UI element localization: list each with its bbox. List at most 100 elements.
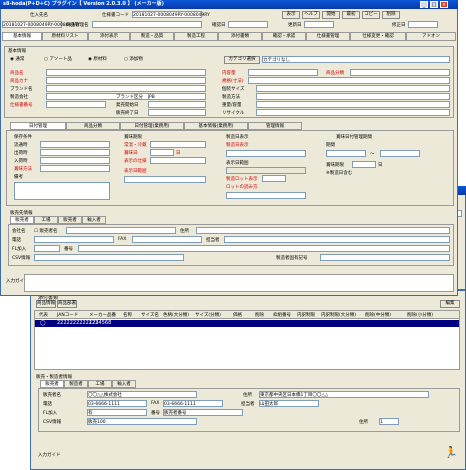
vendor-tab-2[interactable]: 販売者 — [58, 216, 82, 224]
cond4-field[interactable] — [150, 157, 206, 164]
minimize-button[interactable]: _ — [420, 1, 428, 8]
vendor-tel-field[interactable] — [34, 236, 114, 243]
back-person-field[interactable]: 山田太郎 — [259, 400, 319, 407]
mfr-field[interactable] — [256, 93, 450, 100]
open-field[interactable] — [40, 141, 110, 148]
tab-4[interactable]: 製造工程 — [174, 32, 218, 41]
radio-other-label: 添加物 — [129, 57, 143, 62]
update-field[interactable] — [304, 21, 334, 28]
back-vendor-tab-2[interactable]: 工場 — [88, 380, 112, 388]
vendor-person-field[interactable] — [224, 236, 450, 243]
date-row3-field[interactable] — [262, 175, 286, 182]
ship-field[interactable] — [40, 165, 110, 172]
vendor-code-field[interactable] — [78, 245, 450, 252]
sale-start-field[interactable] — [148, 101, 206, 108]
name-field[interactable] — [46, 69, 206, 76]
cond5-field[interactable] — [124, 176, 206, 183]
sale-end-field[interactable] — [148, 109, 206, 116]
radio-normal[interactable]: ◉ 通常 — [10, 56, 24, 62]
memo-field[interactable] — [14, 182, 110, 200]
back-vendor-tab-1[interactable]: 製造者 — [64, 380, 88, 388]
back-vendor-tab-0[interactable]: 販売者 — [40, 380, 64, 388]
kana-field[interactable] — [46, 77, 206, 84]
radio-outer[interactable]: ○ アソート品 — [44, 56, 72, 62]
run-icon[interactable]: 🏃 — [444, 446, 458, 460]
vendor-company-field[interactable] — [66, 227, 176, 234]
brand-class-field[interactable]: PB — [148, 93, 206, 100]
vendor-tab-1[interactable]: 工場 — [34, 216, 58, 224]
tab-6[interactable]: 確認・承認 — [262, 32, 306, 41]
pack-field[interactable] — [256, 85, 450, 92]
date-field[interactable] — [228, 21, 268, 28]
back-list-sub-tab-2[interactable]: 商品部署 — [57, 300, 77, 308]
top-btn-3[interactable]: 最初 — [342, 11, 360, 19]
brand-field[interactable] — [46, 85, 206, 92]
back-add-field[interactable]: 有 — [87, 409, 147, 416]
stock-field[interactable] — [40, 149, 110, 156]
category-button[interactable]: カテゴリ選択 — [224, 56, 260, 64]
unit-field[interactable] — [248, 77, 450, 84]
tab-7[interactable]: 仕様書管理 — [306, 32, 350, 41]
back-csv-field[interactable]: 販売100 — [87, 418, 197, 425]
cond1-field[interactable] — [150, 141, 206, 148]
vendor-tab-3[interactable]: 輸入者 — [82, 216, 106, 224]
exp-field-2[interactable] — [380, 150, 420, 157]
tab-9[interactable]: アドオン — [406, 32, 456, 41]
back-list-sub-tab[interactable]: 商品情報 — [36, 300, 56, 308]
sub-tab-3[interactable]: 基本情報(業務用) — [184, 122, 248, 130]
tab-2[interactable]: 添付表示 — [88, 32, 130, 41]
back-code-field[interactable]: 販売者番号 — [163, 409, 243, 416]
cond2-field[interactable] — [150, 149, 174, 156]
date-row2-field[interactable] — [226, 167, 306, 174]
radio-other[interactable]: ○ 添加物 — [124, 56, 143, 62]
top-btn-4[interactable]: コピー — [362, 11, 380, 19]
sub-tab-4[interactable]: 管理情報 — [248, 122, 302, 130]
reg-field[interactable] — [46, 101, 106, 108]
back-vendor-tab-3[interactable]: 輸入者 — [112, 380, 136, 388]
tab-1[interactable]: 原材料リスト — [42, 32, 88, 41]
vendor-checkbox[interactable]: ☐ 販売者名 — [34, 228, 57, 234]
vendor-address-field[interactable] — [196, 227, 450, 234]
vendor-fax-field[interactable] — [132, 236, 202, 243]
in-field[interactable] — [40, 157, 110, 164]
back-fax-field[interactable]: 03-6666-1111 — [163, 400, 223, 407]
date-row4-field[interactable] — [226, 192, 306, 199]
maximize-button[interactable]: □ — [430, 1, 438, 8]
tab-5[interactable]: 添付書類 — [218, 32, 262, 41]
top-btn-1[interactable]: ヘルプ — [302, 11, 320, 19]
back-reg-field[interactable]: 1 — [379, 418, 399, 425]
vendor-url-field[interactable] — [34, 254, 184, 261]
catalog-label: 商品管理名 — [66, 23, 89, 28]
top-btn-5[interactable]: 削除 — [382, 11, 400, 19]
exp-day-field[interactable] — [352, 161, 376, 168]
close-button[interactable]: × — [440, 1, 448, 8]
back-edit-button[interactable]: 編集 — [440, 300, 460, 308]
vendor-add-field[interactable] — [34, 245, 60, 252]
back-name-field[interactable]: 〇〇△△株式会社 — [87, 391, 197, 398]
content-field[interactable] — [248, 69, 318, 76]
vendor-tab-0[interactable]: 販売者 — [10, 216, 34, 224]
exp-field-1[interactable] — [326, 150, 366, 157]
sub-tab-2[interactable]: 日付管理(業務用) — [120, 122, 184, 130]
table-row[interactable]: ◯ 2222222222222 1234568 — [35, 320, 459, 327]
code-field[interactable]: 20181027-0008049RY-0008049RY — [132, 11, 210, 18]
code-field-2[interactable]: 20181027-0008049RY-0008049RY — [2, 21, 80, 28]
date-row1-field[interactable] — [226, 150, 306, 157]
label2-field[interactable] — [350, 69, 450, 76]
weight-field[interactable] — [256, 101, 450, 108]
back-addr-field[interactable]: 東京都中央区日本橋1丁目〇〇△△ — [259, 391, 429, 398]
update-field-2[interactable] — [408, 21, 438, 28]
top-btn-0[interactable]: 表示 — [282, 11, 300, 19]
tab-0[interactable]: 基本情報 — [2, 32, 42, 41]
category-select[interactable]: カテゴリなし — [262, 56, 450, 63]
vendor-reg-field[interactable] — [320, 254, 450, 261]
back-tel-field[interactable]: 03-6666-1111 — [87, 400, 147, 407]
recycle-field[interactable] — [256, 109, 450, 116]
tab-8[interactable]: 仕様変更・確認 — [350, 32, 406, 41]
tab-3[interactable]: 製造・品質 — [130, 32, 174, 41]
sub-tab-1[interactable]: 商品分類 — [66, 122, 120, 130]
catalog-field[interactable] — [92, 21, 202, 28]
radio-material[interactable]: ◉ 原材料 — [88, 56, 107, 62]
top-btn-2[interactable]: 開始 — [322, 11, 340, 19]
sub-tab-0[interactable]: 日付管理 — [10, 122, 66, 130]
